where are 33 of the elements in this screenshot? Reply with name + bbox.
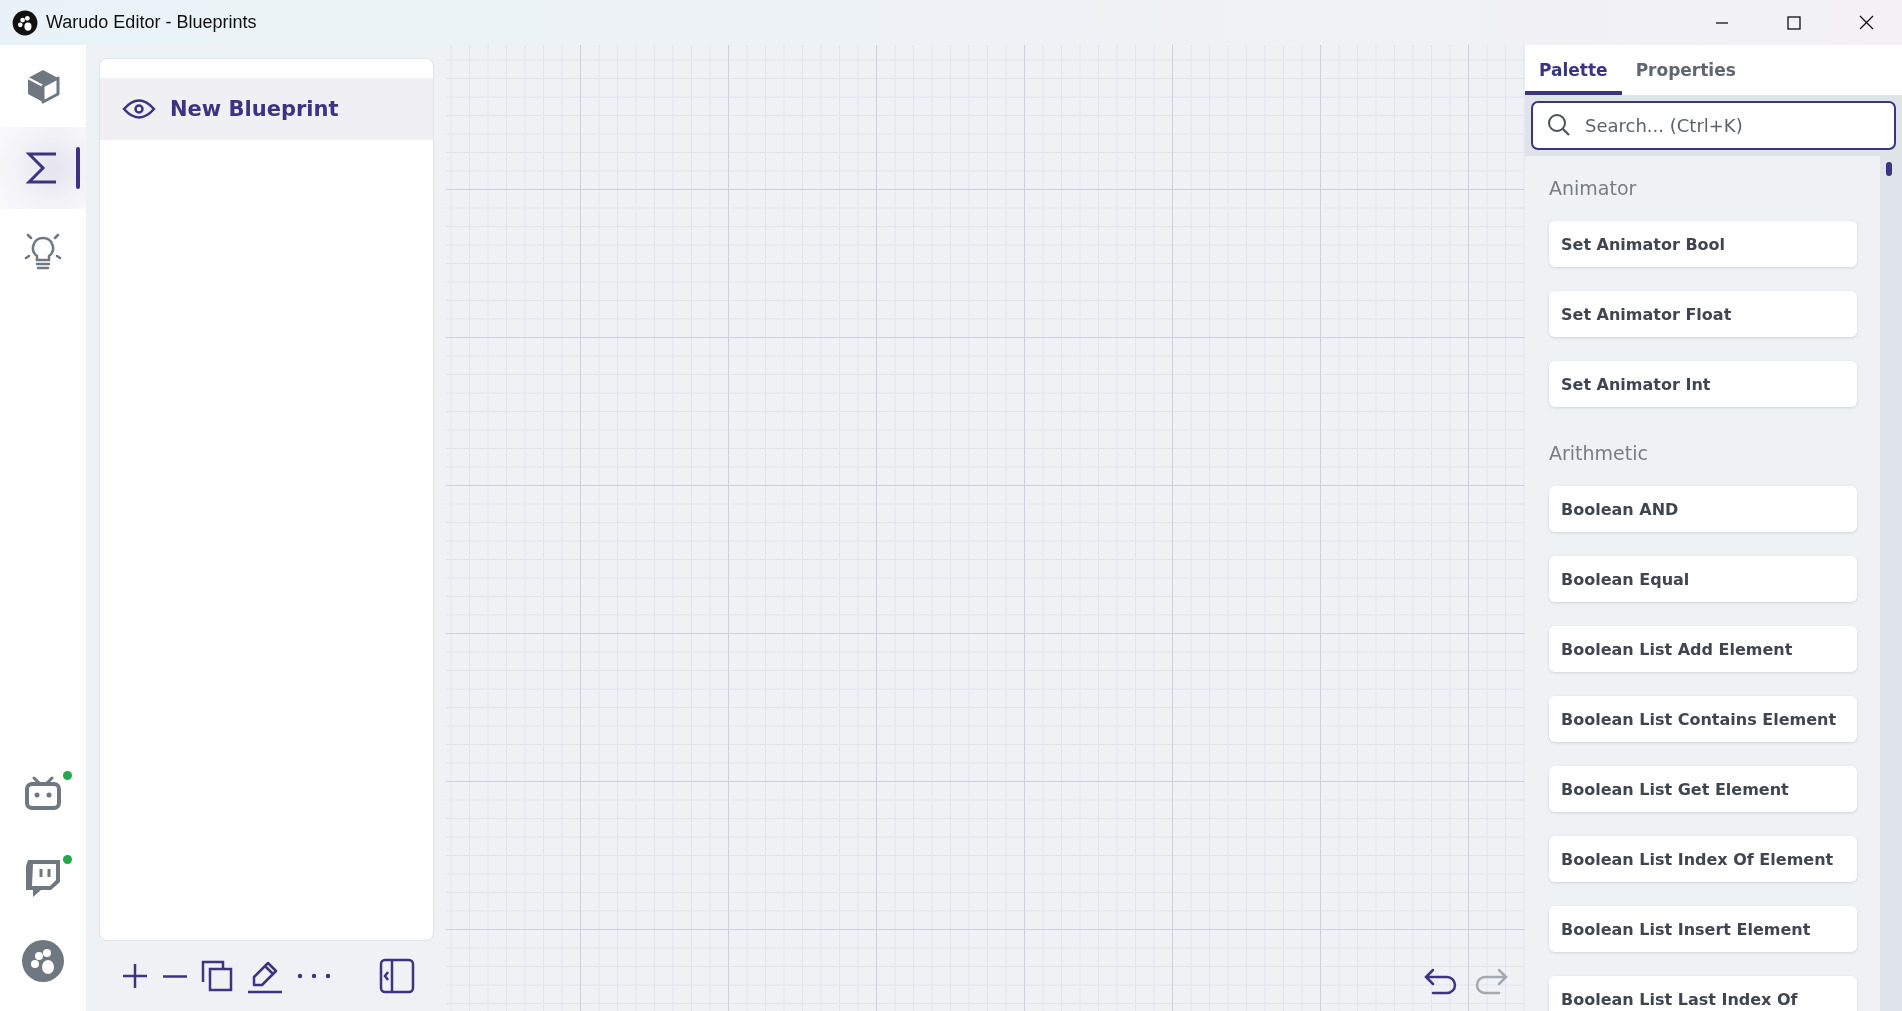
eye-icon xyxy=(122,98,156,120)
app-logo-icon xyxy=(12,9,38,36)
more-icon xyxy=(297,972,331,980)
palette-node-item[interactable]: Boolean List Get Element xyxy=(1549,766,1857,812)
tv-robot-icon xyxy=(24,776,62,810)
undo-button[interactable] xyxy=(1423,967,1457,997)
close-icon xyxy=(1858,15,1874,30)
window-title: Warudo Editor - Blueprints xyxy=(46,12,258,33)
palette-node-item[interactable]: Set Animator Bool xyxy=(1549,221,1857,267)
blueprint-item[interactable]: New Blueprint xyxy=(100,78,433,140)
copy-icon xyxy=(201,960,233,992)
palette-node-item[interactable]: Boolean List Insert Element xyxy=(1549,906,1857,952)
palette-node-item[interactable]: Boolean AND xyxy=(1549,486,1857,532)
search-field[interactable]: Search... (Ctrl+K) xyxy=(1531,101,1896,150)
sidebar-item[interactable] xyxy=(0,127,86,209)
palette-node-item[interactable]: Boolean List Last Index Of xyxy=(1549,976,1857,1011)
paw-logo-icon xyxy=(21,939,65,983)
palette-node-item[interactable]: Set Animator Float xyxy=(1549,291,1857,337)
sidebar-panel-icon xyxy=(379,958,415,994)
palette-node-item[interactable]: Boolean List Contains Element xyxy=(1549,696,1857,742)
palette-node-item[interactable]: Boolean List Index Of Element xyxy=(1549,836,1857,882)
tab[interactable]: Properties xyxy=(1621,45,1750,95)
tab[interactable]: Palette xyxy=(1525,45,1622,95)
category-heading: Arithmetic xyxy=(1549,440,1649,466)
plus-icon xyxy=(121,962,149,990)
cube-icon xyxy=(25,67,61,105)
minimize-icon xyxy=(1715,21,1729,24)
minus-icon xyxy=(163,974,187,978)
category-heading: Animator xyxy=(1549,175,1638,201)
palette-node-item[interactable]: Boolean List Add Element xyxy=(1549,626,1857,672)
palette-node-item[interactable]: Boolean Equal xyxy=(1549,556,1857,602)
maximize-icon xyxy=(1787,15,1801,30)
palette-node-item[interactable]: Set Animator Int xyxy=(1549,361,1857,407)
